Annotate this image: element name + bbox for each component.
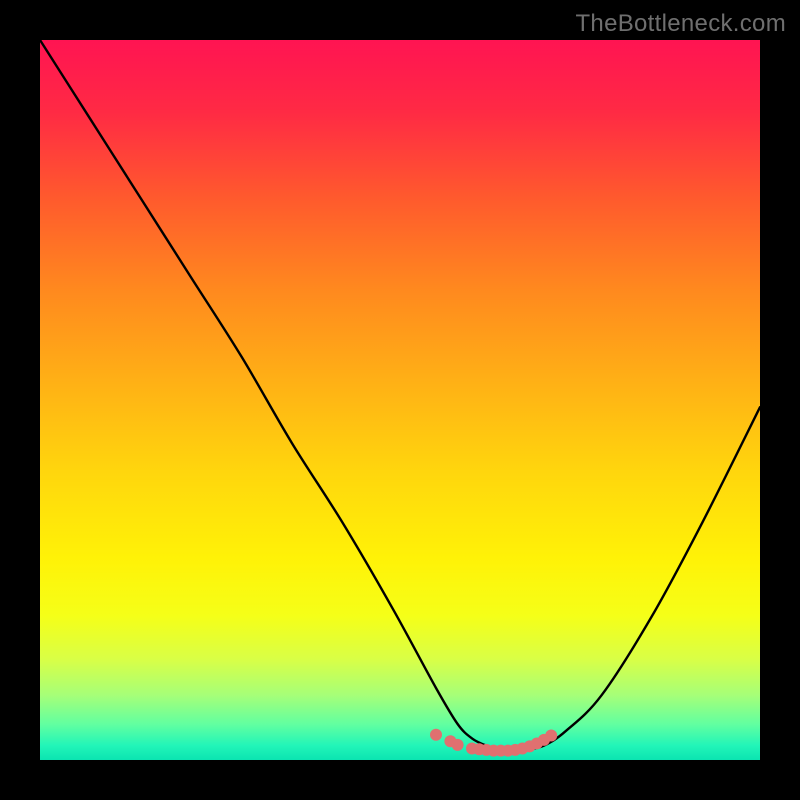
chart-basin-dot <box>452 739 464 751</box>
chart-curve <box>40 40 760 751</box>
image-root: TheBottleneck.com <box>0 0 800 800</box>
chart-frame-left <box>0 0 40 800</box>
chart-plot-area <box>40 40 760 760</box>
chart-basin-dot <box>545 730 557 742</box>
chart-basin-dots <box>430 729 557 757</box>
watermark-text: TheBottleneck.com <box>575 10 786 38</box>
chart-svg <box>40 40 760 760</box>
chart-basin-dot <box>430 729 442 741</box>
chart-frame-bottom <box>0 760 800 800</box>
chart-frame-right <box>760 0 800 800</box>
